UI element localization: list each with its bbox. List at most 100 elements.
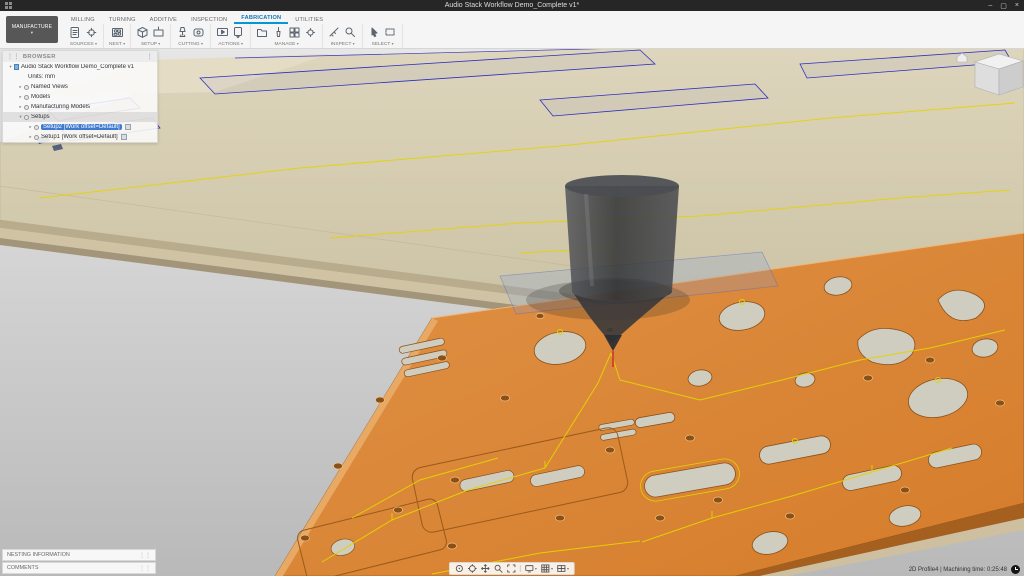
display-settings-icon xyxy=(525,564,534,573)
ribbon-tabs: MILLING TURNING ADDITIVE INSPECTION FABR… xyxy=(64,11,330,24)
nesting-information-panel[interactable]: NESTING INFORMATION ⋮⋮ xyxy=(2,549,156,561)
group-label: SETUP xyxy=(141,42,157,47)
group-dropdown-caret[interactable]: ▾ xyxy=(95,41,97,46)
visibility-eye-icon[interactable] xyxy=(34,135,39,140)
display-settings-button[interactable]: ▾ xyxy=(525,564,537,573)
bottom-left-panels: NESTING INFORMATION ⋮⋮ COMMENTS ⋮⋮ xyxy=(2,549,156,574)
setup-cube-icon[interactable] xyxy=(136,26,149,39)
templates-icon[interactable] xyxy=(288,26,301,39)
browser-header[interactable]: ⋮⋮ BROWSER ⋮ xyxy=(3,51,157,62)
group-cutting: CUTTING ▾ xyxy=(171,24,211,48)
tab-turning[interactable]: TURNING xyxy=(102,15,143,24)
group-label: ACTIONS xyxy=(218,42,239,47)
tree-item-manufacturing-models[interactable]: ▸ Manufacturing Models xyxy=(3,102,157,112)
group-label: MANAGE xyxy=(275,42,296,47)
expand-arrow-icon[interactable]: ▾ xyxy=(17,114,24,120)
group-sources: SOURCES ▾ xyxy=(64,24,104,48)
panel-grip-icon[interactable]: ⋮⋮ xyxy=(139,552,151,559)
drag-grip-icon[interactable]: ⋮⋮ xyxy=(7,54,20,60)
browser-title: BROWSER xyxy=(23,54,56,60)
group-setup: SETUP ▾ xyxy=(131,24,171,48)
tree-item-named-views[interactable]: ▸ Named Views xyxy=(3,82,157,92)
group-select: SELECT ▾ xyxy=(363,24,403,48)
cursor-icon[interactable] xyxy=(368,26,381,39)
simulate-icon[interactable] xyxy=(216,26,229,39)
folder-icon[interactable] xyxy=(256,26,269,39)
look-at-icon xyxy=(468,564,477,573)
group-dropdown-caret[interactable]: ▾ xyxy=(353,41,355,46)
group-dropdown-caret[interactable]: ▾ xyxy=(201,41,203,46)
tree-item-models[interactable]: ▸ Models xyxy=(3,92,157,102)
panel-grip-icon[interactable]: ⋮⋮ xyxy=(139,565,151,572)
close-button[interactable]: × xyxy=(1015,2,1019,9)
workspace-switcher-button[interactable]: MANUFACTURE ▾ xyxy=(6,16,58,43)
group-dropdown-caret[interactable]: ▾ xyxy=(158,41,160,46)
viewports-button[interactable]: ▾ xyxy=(557,564,569,573)
zoom-icon xyxy=(494,564,503,573)
expand-arrow-icon[interactable]: ▸ xyxy=(27,134,34,140)
group-label: SOURCES xyxy=(70,42,94,47)
orbit-button[interactable] xyxy=(455,564,464,573)
operation-status-icon xyxy=(125,124,131,130)
grid-icon xyxy=(541,564,550,573)
group-label: INSPECT xyxy=(331,42,352,47)
pan-button[interactable] xyxy=(481,564,490,573)
tab-fabrication[interactable]: FABRICATION xyxy=(234,13,288,24)
expand-arrow-icon[interactable]: ▸ xyxy=(17,104,24,110)
visibility-eye-icon[interactable] xyxy=(24,85,29,90)
expand-arrow-icon[interactable]: ▸ xyxy=(27,124,34,130)
visibility-eye-icon[interactable] xyxy=(24,105,29,110)
maximize-button[interactable]: ▢ xyxy=(1000,2,1007,10)
zoom-button[interactable] xyxy=(494,564,503,573)
machining-status-text: 2D Profile4 | Machining time: 0:25:48 xyxy=(909,567,1007,573)
magnifier-icon[interactable] xyxy=(344,26,357,39)
tree-item-setups[interactable]: ▾ Setups xyxy=(3,112,157,122)
tab-additive[interactable]: ADDITIVE xyxy=(143,15,184,24)
look-at-button[interactable] xyxy=(468,564,477,573)
source-settings-icon[interactable] xyxy=(85,26,98,39)
tree-item-setup1[interactable]: ▸ Setup1 [Work offset=Default] xyxy=(3,132,157,142)
group-dropdown-caret[interactable]: ▾ xyxy=(241,41,243,46)
visibility-eye-icon[interactable] xyxy=(34,125,39,130)
group-label: CUTTING xyxy=(178,42,199,47)
measure-icon[interactable] xyxy=(328,26,341,39)
nest-icon[interactable] xyxy=(111,26,124,39)
machining-clock-icon xyxy=(1011,565,1020,574)
group-dropdown-caret[interactable]: ▾ xyxy=(123,41,125,46)
tree-item-units[interactable]: Units: mm xyxy=(3,72,157,82)
grid-layout-button[interactable]: ▾ xyxy=(541,564,553,573)
group-manage: MANAGE ▾ xyxy=(251,24,323,48)
group-label: SELECT xyxy=(372,42,391,47)
profile-cut-icon[interactable] xyxy=(192,26,205,39)
minimize-button[interactable]: – xyxy=(988,2,992,9)
chevron-down-icon: ▾ xyxy=(535,566,537,571)
expand-arrow-icon[interactable]: ▾ xyxy=(7,64,14,70)
group-inspect: INSPECT ▾ xyxy=(323,24,363,48)
expand-arrow-icon[interactable]: ▸ xyxy=(17,94,24,100)
tab-milling[interactable]: MILLING xyxy=(64,15,102,24)
tab-inspection[interactable]: INSPECTION xyxy=(184,15,234,24)
fit-icon xyxy=(507,564,516,573)
orbit-icon xyxy=(455,564,464,573)
group-dropdown-caret[interactable]: ▾ xyxy=(392,41,394,46)
fit-button[interactable] xyxy=(507,564,516,573)
visibility-eye-icon[interactable] xyxy=(24,95,29,100)
machine-settings-icon[interactable] xyxy=(304,26,317,39)
tab-utilities[interactable]: UTILITIES xyxy=(288,15,330,24)
window-select-icon[interactable] xyxy=(384,26,397,39)
comments-panel[interactable]: COMMENTS ⋮⋮ xyxy=(2,562,156,574)
expand-arrow-icon[interactable]: ▸ xyxy=(17,84,24,90)
browser-options-icon[interactable]: ⋮ xyxy=(147,54,153,60)
tool-library-icon[interactable] xyxy=(272,26,285,39)
post-process-icon[interactable] xyxy=(232,26,245,39)
tree-item-root[interactable]: ▾ Audio Stack Workflow Demo_Complete v1 xyxy=(3,62,157,72)
tree-item-setup2[interactable]: ▸ Setup2 [Work offset=Default] xyxy=(3,122,157,132)
insert-source-icon[interactable] xyxy=(69,26,82,39)
app-menu-icon[interactable] xyxy=(5,2,12,9)
group-actions: ACTIONS ▾ xyxy=(211,24,251,48)
stock-setup-icon[interactable] xyxy=(152,26,165,39)
visibility-eye-icon[interactable] xyxy=(24,115,29,120)
comments-panel-label: COMMENTS xyxy=(7,565,38,571)
laser-cut-icon[interactable] xyxy=(176,26,189,39)
group-dropdown-caret[interactable]: ▾ xyxy=(297,41,299,46)
